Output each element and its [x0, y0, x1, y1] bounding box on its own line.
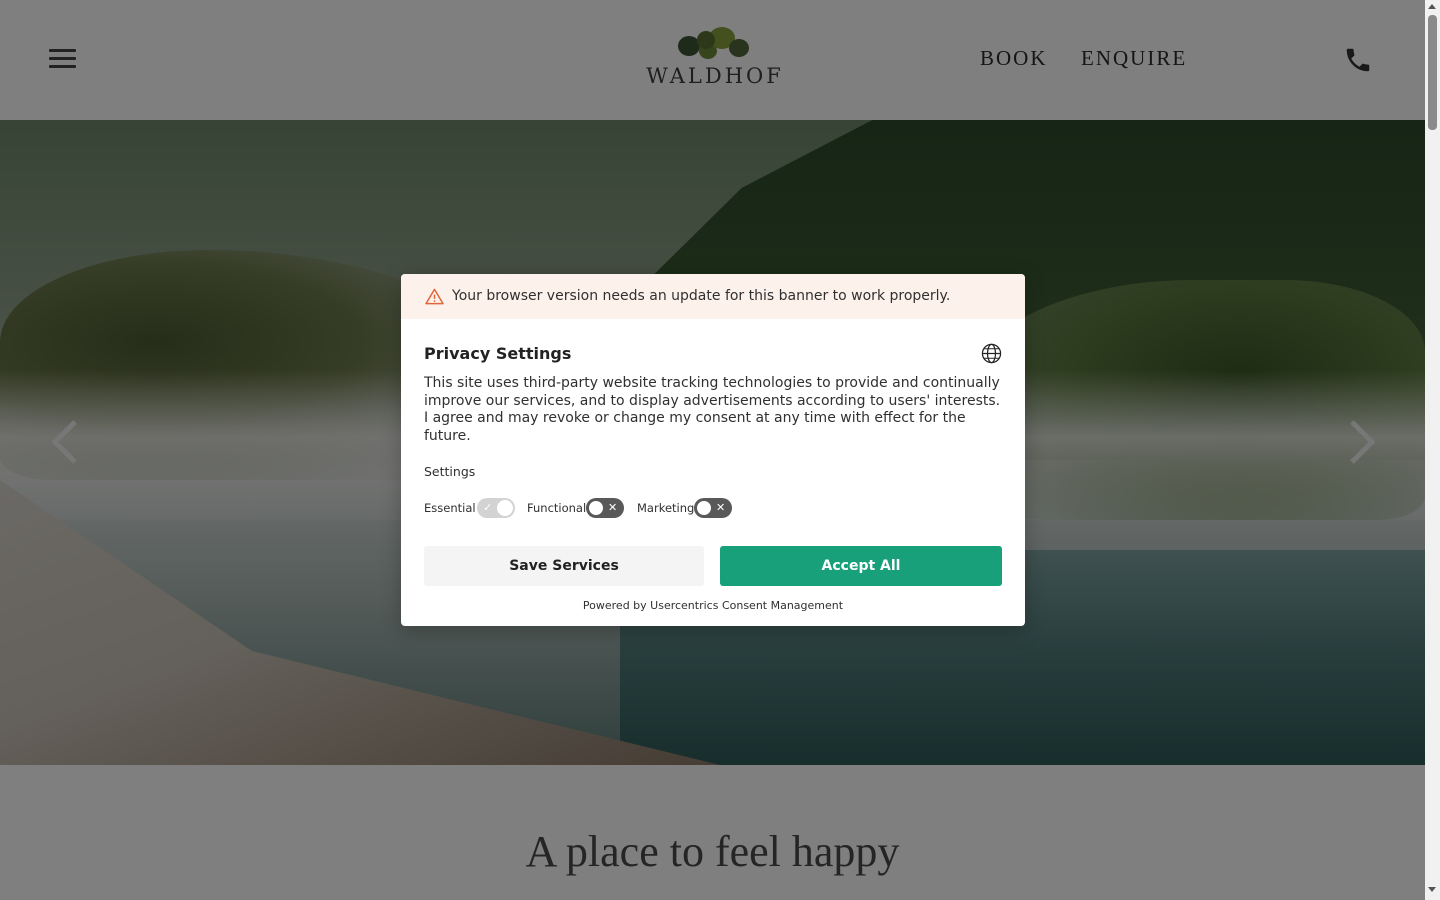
check-icon: ✓	[483, 501, 493, 514]
scroll-up-icon[interactable]	[1428, 4, 1436, 9]
warning-icon	[425, 288, 444, 305]
privacy-consent-dialog: Your browser version needs an update for…	[401, 274, 1025, 626]
powered-by-link[interactable]: Powered by Usercentrics Consent Manageme…	[401, 599, 1025, 612]
service-toggles: Essential ✓ Functional ✕ Marketing ✕	[424, 497, 1004, 519]
warning-text: Your browser version needs an update for…	[452, 288, 951, 304]
functional-toggle[interactable]: ✕	[586, 498, 624, 518]
essential-toggle: ✓	[477, 498, 515, 518]
globe-icon[interactable]	[981, 343, 1002, 364]
dialog-description: This site uses third-party website track…	[424, 375, 1001, 444]
toggle-label-essential: Essential	[424, 501, 476, 515]
toggle-label-marketing: Marketing	[637, 501, 695, 515]
accept-all-button[interactable]: Accept All	[720, 546, 1002, 586]
close-icon: ✕	[608, 501, 618, 514]
scroll-thumb[interactable]	[1428, 15, 1437, 130]
close-icon: ✕	[716, 501, 726, 514]
scroll-down-icon[interactable]	[1428, 887, 1436, 892]
dialog-title: Privacy Settings	[424, 344, 572, 363]
toggle-label-functional: Functional	[527, 501, 587, 515]
page-scrollbar[interactable]	[1425, 0, 1440, 900]
marketing-toggle[interactable]: ✕	[694, 498, 732, 518]
save-services-button[interactable]: Save Services	[424, 546, 704, 586]
settings-label: Settings	[424, 464, 476, 479]
browser-warning-banner: Your browser version needs an update for…	[401, 274, 1025, 319]
